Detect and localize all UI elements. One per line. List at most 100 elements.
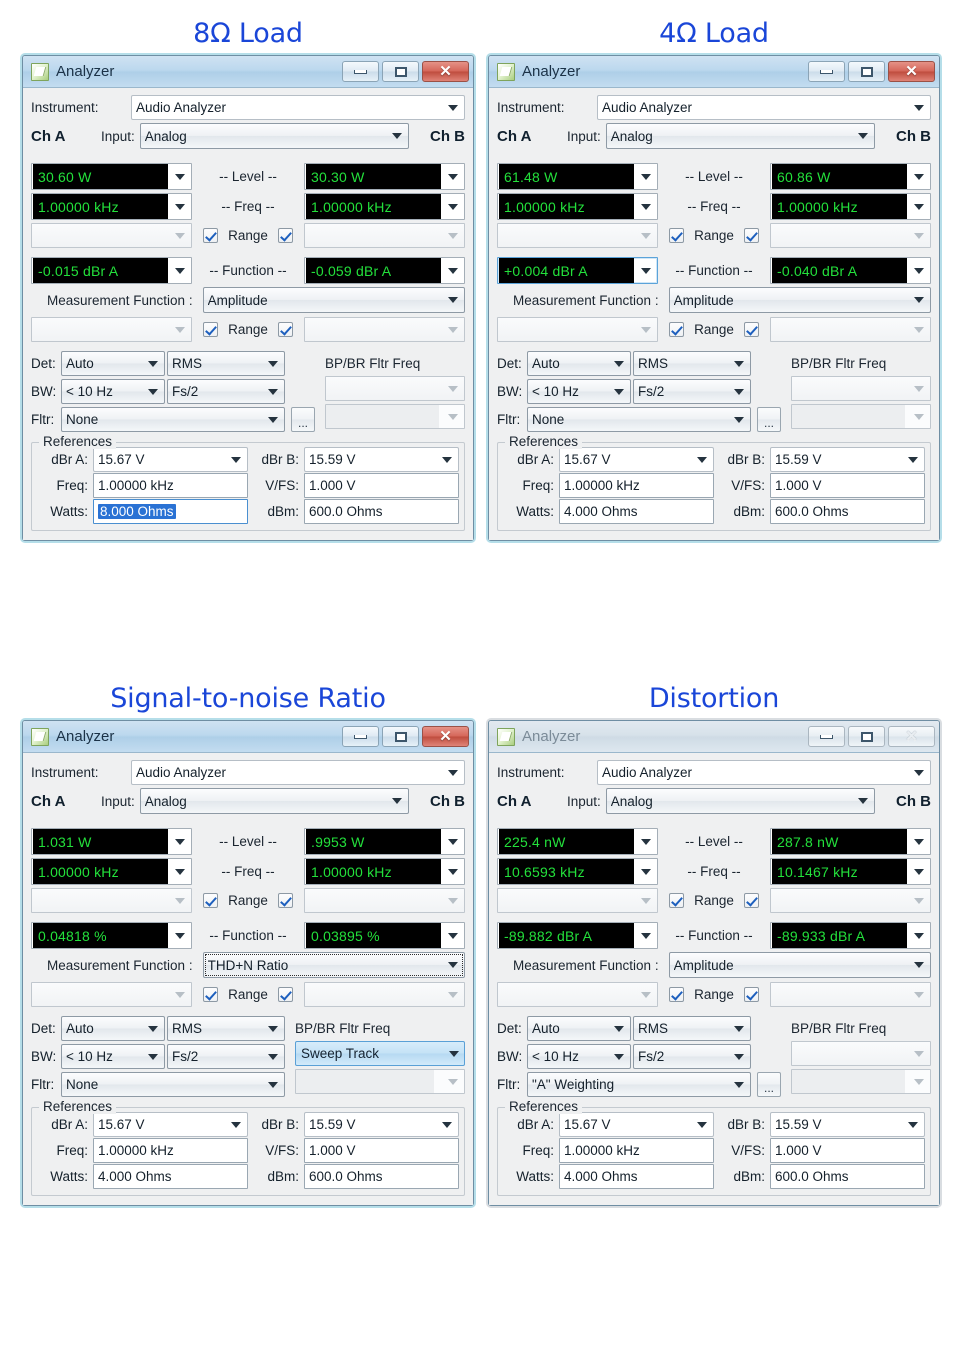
freq-a-readout[interactable]: 10.6593 kHz xyxy=(497,858,658,885)
fltr-select[interactable]: None xyxy=(527,407,751,432)
dbr-a-select[interactable]: 15.67 V xyxy=(559,1112,714,1137)
close-button[interactable]: ✕ xyxy=(422,726,469,747)
bpbr-secondary-select[interactable] xyxy=(325,404,465,429)
dbm-input[interactable]: 600.0 Ohms xyxy=(770,499,925,524)
vfs-input[interactable]: 1.000 V xyxy=(304,1138,459,1163)
range-a-checkbox[interactable] xyxy=(669,322,685,337)
function-b-readout[interactable]: -0.040 dBr A xyxy=(770,257,931,284)
dbm-input[interactable]: 600.0 Ohms xyxy=(770,1164,925,1189)
freq-b-readout[interactable]: 1.00000 kHz xyxy=(304,858,465,885)
range-a-checkbox[interactable] xyxy=(669,987,685,1002)
freq-ref-input[interactable]: 1.00000 kHz xyxy=(93,1138,248,1163)
instrument-select[interactable]: Audio Analyzer xyxy=(597,95,931,120)
bpbr-freq-select[interactable] xyxy=(791,376,931,401)
level-b-readout[interactable]: 287.8 nW xyxy=(770,828,931,855)
instrument-select[interactable]: Audio Analyzer xyxy=(131,95,465,120)
measurement-function-select[interactable]: Amplitude xyxy=(668,952,931,978)
range-b-select[interactable] xyxy=(304,317,465,342)
bw-low-select[interactable]: < 10 Hz xyxy=(61,379,165,404)
range-b-select[interactable] xyxy=(770,317,931,342)
fltr-options-button[interactable]: ... xyxy=(757,1072,781,1097)
function-b-readout[interactable]: -0.059 dBr A xyxy=(304,257,465,284)
range-a-select[interactable] xyxy=(31,982,192,1007)
input-select[interactable]: Analog xyxy=(605,123,875,149)
function-b-readout[interactable]: 0.03895 % xyxy=(304,922,465,949)
level-a-readout[interactable]: 1.031 W xyxy=(31,828,192,855)
range-a-select[interactable] xyxy=(31,223,192,248)
level-a-readout[interactable]: 225.4 nW xyxy=(497,828,658,855)
level-b-readout[interactable]: 60.86 W xyxy=(770,163,931,190)
maximize-button[interactable] xyxy=(848,61,885,82)
dbm-input[interactable]: 600.0 Ohms xyxy=(304,499,459,524)
bpbr-freq-select[interactable] xyxy=(325,376,465,401)
watts-input[interactable]: 8.000 Ohms xyxy=(93,499,248,524)
dbr-a-select[interactable]: 15.67 V xyxy=(93,1112,248,1137)
range-b-checkbox[interactable] xyxy=(743,228,759,243)
range-a-select[interactable] xyxy=(497,223,658,248)
level-a-readout[interactable]: 61.48 W xyxy=(497,163,658,190)
bw-high-select[interactable]: Fs/2 xyxy=(167,1044,285,1069)
range-b-checkbox[interactable] xyxy=(743,322,759,337)
det-type-select[interactable]: RMS xyxy=(167,1016,285,1041)
dbr-b-select[interactable]: 15.59 V xyxy=(304,447,459,472)
function-a-readout[interactable]: -89.882 dBr A xyxy=(497,922,658,949)
bw-high-select[interactable]: Fs/2 xyxy=(167,379,285,404)
freq-ref-input[interactable]: 1.00000 kHz xyxy=(93,473,248,498)
range-a-select[interactable] xyxy=(31,888,192,913)
fltr-select[interactable]: None xyxy=(61,1072,285,1097)
close-button[interactable]: ✕ xyxy=(422,61,469,82)
bw-low-select[interactable]: < 10 Hz xyxy=(61,1044,165,1069)
bpbr-freq-select[interactable]: Sweep Track xyxy=(295,1041,465,1066)
bw-high-select[interactable]: Fs/2 xyxy=(633,1044,751,1069)
measurement-function-select[interactable]: Amplitude xyxy=(668,287,931,313)
range-a-select[interactable] xyxy=(497,888,658,913)
range-a-select[interactable] xyxy=(497,982,658,1007)
maximize-button[interactable] xyxy=(848,726,885,747)
bpbr-freq-select[interactable] xyxy=(791,1041,931,1066)
range-b-select[interactable] xyxy=(770,888,931,913)
range-b-select[interactable] xyxy=(770,982,931,1007)
vfs-input[interactable]: 1.000 V xyxy=(770,473,925,498)
freq-b-readout[interactable]: 10.1467 kHz xyxy=(770,858,931,885)
maximize-button[interactable] xyxy=(382,726,419,747)
range-b-checkbox[interactable] xyxy=(277,987,293,1002)
function-b-readout[interactable]: -89.933 dBr A xyxy=(770,922,931,949)
freq-a-readout[interactable]: 1.00000 kHz xyxy=(31,193,192,220)
level-b-readout[interactable]: 30.30 W xyxy=(304,163,465,190)
dbr-a-select[interactable]: 15.67 V xyxy=(559,447,714,472)
range-b-select[interactable] xyxy=(304,223,465,248)
range-b-checkbox[interactable] xyxy=(277,228,293,243)
range-b-checkbox[interactable] xyxy=(277,322,293,337)
range-a-select[interactable] xyxy=(31,317,192,342)
dbm-input[interactable]: 600.0 Ohms xyxy=(304,1164,459,1189)
minimize-button[interactable] xyxy=(808,726,845,747)
det-type-select[interactable]: RMS xyxy=(633,1016,751,1041)
minimize-button[interactable] xyxy=(808,61,845,82)
freq-ref-input[interactable]: 1.00000 kHz xyxy=(559,1138,714,1163)
bpbr-secondary-select[interactable] xyxy=(791,1069,931,1094)
range-a-select[interactable] xyxy=(497,317,658,342)
range-a-checkbox[interactable] xyxy=(669,228,685,243)
fltr-select[interactable]: "A" Weighting xyxy=(527,1072,751,1097)
minimize-button[interactable] xyxy=(342,726,379,747)
watts-input[interactable]: 4.000 Ohms xyxy=(93,1164,248,1189)
det-select[interactable]: Auto xyxy=(61,1016,165,1041)
bw-low-select[interactable]: < 10 Hz xyxy=(527,379,631,404)
det-select[interactable]: Auto xyxy=(61,351,165,376)
watts-input[interactable]: 4.000 Ohms xyxy=(559,1164,714,1189)
range-a-checkbox[interactable] xyxy=(669,893,685,908)
level-b-readout[interactable]: .9953 W xyxy=(304,828,465,855)
close-button[interactable]: ✕ xyxy=(888,726,935,747)
measurement-function-select[interactable]: THD+N Ratio xyxy=(202,952,465,978)
range-b-checkbox[interactable] xyxy=(743,987,759,1002)
dbr-b-select[interactable]: 15.59 V xyxy=(770,447,925,472)
maximize-button[interactable] xyxy=(382,61,419,82)
bw-low-select[interactable]: < 10 Hz xyxy=(527,1044,631,1069)
input-select[interactable]: Analog xyxy=(139,123,409,149)
vfs-input[interactable]: 1.000 V xyxy=(770,1138,925,1163)
fltr-options-button[interactable]: ... xyxy=(291,407,315,432)
range-b-checkbox[interactable] xyxy=(277,893,293,908)
freq-a-readout[interactable]: 1.00000 kHz xyxy=(497,193,658,220)
det-select[interactable]: Auto xyxy=(527,1016,631,1041)
det-type-select[interactable]: RMS xyxy=(167,351,285,376)
